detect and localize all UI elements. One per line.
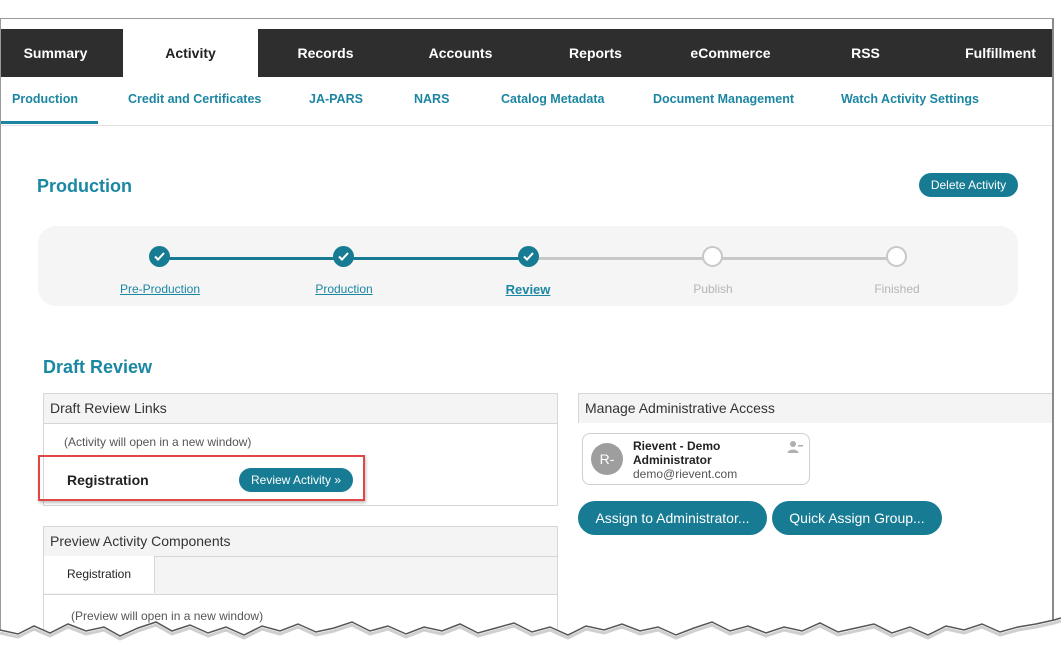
top-navigation: Summary Activity Records Accounts Report… bbox=[1, 29, 1052, 77]
activity-window-note: (Activity will open in a new window) bbox=[64, 435, 252, 449]
subnav-production[interactable]: Production bbox=[12, 92, 78, 106]
step-publish-label: Publish bbox=[693, 282, 733, 296]
registration-label: Registration bbox=[67, 472, 149, 488]
tab-reports[interactable]: Reports bbox=[528, 29, 663, 77]
admin-user-card: R- Rievent - Demo Administrator demo@rie… bbox=[582, 433, 810, 485]
subnav-credit-certificates[interactable]: Credit and Certificates bbox=[128, 92, 261, 106]
tab-records[interactable]: Records bbox=[258, 29, 393, 77]
preview-components-header: Preview Activity Components bbox=[44, 527, 557, 557]
app-window: Summary Activity Records Accounts Report… bbox=[0, 18, 1054, 649]
quick-assign-group-button[interactable]: Quick Assign Group... bbox=[772, 501, 942, 535]
assign-to-administrator-button[interactable]: Assign to Administrator... bbox=[578, 501, 767, 535]
subnav-catalog-metadata[interactable]: Catalog Metadata bbox=[501, 92, 605, 106]
subnav-document-management[interactable]: Document Management bbox=[653, 92, 794, 106]
tab-fulfillment[interactable]: Fulfillment bbox=[933, 29, 1052, 77]
step-pre-production-check-icon bbox=[149, 246, 170, 267]
step-production-link[interactable]: Production bbox=[284, 282, 404, 296]
subnav-nars[interactable]: NARS bbox=[414, 92, 449, 106]
page-title: Production bbox=[37, 176, 132, 196]
admin-access-panel: Manage Administrative Access bbox=[578, 393, 1052, 423]
tab-ecommerce[interactable]: eCommerce bbox=[663, 29, 798, 77]
admin-user-name: Rievent - Demo Administrator bbox=[633, 439, 721, 467]
step-review-link[interactable]: Review bbox=[468, 282, 588, 297]
delete-activity-button[interactable]: Delete Activity bbox=[919, 173, 1018, 197]
admin-user-email: demo@rievent.com bbox=[633, 467, 738, 481]
tab-activity[interactable]: Activity bbox=[123, 29, 258, 77]
draft-review-heading: Draft Review bbox=[43, 357, 153, 377]
preview-tab-registration[interactable]: Registration bbox=[44, 556, 155, 593]
step-review-check-icon bbox=[518, 246, 539, 267]
tab-rss[interactable]: RSS bbox=[798, 29, 933, 77]
progress-stepper: Pre-Production Production Review Publish… bbox=[38, 226, 1018, 306]
review-activity-button[interactable]: Review Activity » bbox=[239, 468, 353, 492]
step-finished-label: Finished bbox=[874, 282, 920, 296]
step-production-check-icon bbox=[333, 246, 354, 267]
draft-review-links-header: Draft Review Links bbox=[44, 394, 557, 424]
tab-summary[interactable]: Summary bbox=[1, 29, 123, 77]
avatar: R- bbox=[591, 443, 623, 475]
admin-access-header: Manage Administrative Access bbox=[579, 394, 1052, 423]
active-subnav-indicator bbox=[1, 121, 98, 124]
sub-navigation: Production Credit and Certificates JA-PA… bbox=[1, 77, 1052, 126]
step-pre-production-link[interactable]: Pre-Production bbox=[100, 282, 220, 296]
subnav-watch-activity-settings[interactable]: Watch Activity Settings bbox=[841, 92, 979, 106]
step-publish-circle-icon bbox=[702, 246, 723, 267]
subnav-ja-pars[interactable]: JA-PARS bbox=[309, 92, 363, 106]
remove-user-icon[interactable] bbox=[787, 440, 803, 459]
torn-edge-decoration bbox=[0, 617, 1061, 661]
step-finished-circle-icon bbox=[886, 246, 907, 267]
tab-accounts[interactable]: Accounts bbox=[393, 29, 528, 77]
